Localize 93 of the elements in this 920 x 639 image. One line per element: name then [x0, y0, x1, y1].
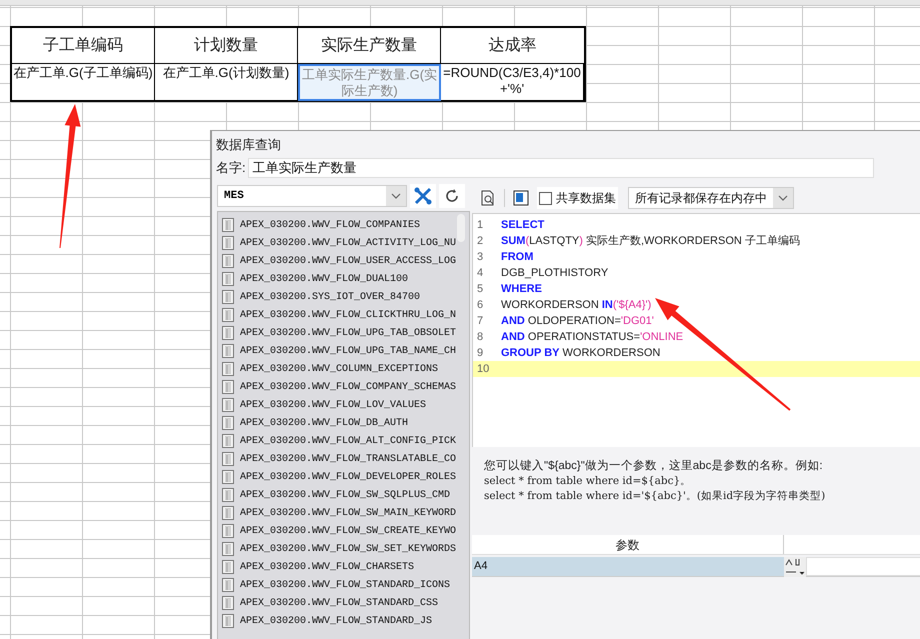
table-icon [222, 506, 234, 520]
table-icon [222, 542, 234, 556]
line-number: 8 [476, 330, 484, 345]
line-number: 6 [476, 298, 484, 313]
code-line: GROUP BY WORKORDERSON [501, 346, 660, 361]
table-icon [222, 254, 234, 268]
table-icon [222, 596, 234, 610]
line-number: 3 [476, 250, 484, 265]
table-list-item[interactable]: APEX_030200.WWV_FLOW_COMPANIES [218, 216, 420, 234]
table-list-item[interactable]: APEX_030200.WWV_FLOW_STANDARD_ICONS [218, 576, 450, 594]
table-cell[interactable]: 在产工单.G(子工单编码) [12, 64, 155, 101]
line-number: 5 [476, 282, 484, 297]
table-list-item[interactable]: APEX_030200.WWV_FLOW_SW_SQLPLUS_CMD [218, 486, 450, 504]
name-input[interactable]: 工单实际生产数量 [248, 158, 874, 178]
share-checkbox[interactable]: 共享数据集 [537, 187, 618, 209]
code-line: SUM(LASTQTY) 实际生产数,WORKORDERSON 子工单编码 [501, 234, 800, 249]
table-header-cell: 子工单编码 [12, 28, 155, 63]
line-number: 2 [476, 234, 484, 249]
name-label: 名字: [216, 159, 246, 178]
dialog-title: 数据库查询 [215, 136, 282, 154]
type-icon[interactable] [784, 557, 806, 577]
code-line: WORKORDERSON IN('${A4}') [501, 298, 652, 313]
table-icon [222, 488, 234, 502]
table-header-cell: 实际生产数量 [298, 28, 441, 63]
parameter-name-cell[interactable]: A4 [472, 557, 784, 576]
table-icon [222, 344, 234, 358]
table-list-item[interactable]: APEX_030200.WWV_FLOW_LOV_VALUES [218, 396, 426, 414]
save-icon[interactable] [513, 190, 529, 206]
table-icon [222, 290, 234, 304]
table-icon [222, 578, 234, 592]
table-icon [222, 236, 234, 250]
table-icon [222, 560, 234, 574]
table-list-item[interactable]: APEX_030200.WWV_FLOW_STANDARD_JS [218, 612, 432, 630]
refresh-button[interactable] [439, 184, 465, 208]
code-line: DGB_PLOTHISTORY [501, 266, 608, 281]
table-icon [222, 524, 234, 538]
column-header: 参数 [472, 535, 784, 554]
line-number: 1 [476, 218, 484, 233]
table-icon [222, 614, 234, 628]
caret-icon [386, 186, 406, 206]
code-line: AND OLDOPERATION='DG01' [501, 314, 654, 329]
line-number: 7 [476, 314, 484, 329]
table-list-item[interactable]: APEX_030200.WWV_FLOW_DB_AUTH [218, 414, 408, 432]
table-list-item[interactable]: APEX_030200.WWV_FLOW_DEVELOPER_ROLES [218, 468, 456, 486]
table-list-item[interactable]: APEX_030200.WWV_FLOW_STANDARD_CSS [218, 594, 438, 612]
hint-text: 您可以键入"${abc}"做为一个参数，这里abc是参数的名称。例如: [484, 459, 824, 474]
table-icon [222, 326, 234, 340]
table-icon [222, 452, 234, 466]
table-list-item[interactable]: APEX_030200.WWV_FLOW_TRANSLATABLE_CO [218, 450, 456, 468]
table-list-item[interactable]: APEX_030200.WWV_FLOW_SW_SET_KEYWORDS [218, 540, 456, 558]
table-list-item[interactable]: APEX_030200.WWV_COLUMN_EXCEPTIONS [218, 360, 438, 378]
table-icon [222, 398, 234, 412]
table-list-item[interactable]: APEX_030200.WWV_FLOW_DUAL100 [218, 270, 408, 288]
table-icon [222, 362, 234, 376]
code-line: SELECT [501, 218, 544, 233]
table-icon [222, 416, 234, 430]
cache-mode-select[interactable]: 所有记录都保存在内存中 [628, 187, 794, 209]
table-icon [222, 434, 234, 448]
table-icon [222, 218, 234, 232]
table-list-item[interactable]: APEX_030200.WWV_FLOW_ALT_CONFIG_PICK [218, 432, 456, 450]
caret-icon [773, 188, 793, 208]
table-list-item[interactable]: APEX_030200.WWV_FLOW_UPG_TAB_OBSOLET [218, 324, 456, 342]
table-list-item[interactable]: APEX_030200.WWV_FLOW_SW_MAIN_KEYWORD [218, 504, 456, 522]
table-list-item[interactable]: APEX_030200.SYS_IOT_OVER_84700 [218, 288, 420, 306]
table-icon [222, 272, 234, 286]
table-list-item[interactable]: APEX_030200.WWV_FLOW_USER_ACCESS_LOG [218, 252, 456, 270]
refresh-icon [444, 188, 460, 204]
table-header-cell: 计划数量 [155, 28, 298, 63]
connection-select[interactable]: MES [217, 185, 407, 207]
parameter-value-input[interactable] [806, 557, 920, 576]
table-header-cell-text: 达成率 [488, 36, 538, 56]
line-number: 4 [476, 266, 484, 281]
preview-icon[interactable] [480, 190, 496, 206]
hint-text: select * from table where id='${abc}'。(如果id字段为字符串类型) [484, 489, 826, 504]
code-line: FROM [501, 250, 534, 265]
table-cell[interactable]: =ROUND(C3/E3,4)*100+'%' [441, 64, 584, 101]
table-list-item[interactable]: APEX_030200.WWV_FLOW_SW_CREATE_KEYWO [218, 522, 456, 540]
table-list-item[interactable]: APEX_030200.WWV_FLOW_CHARSETS [218, 558, 414, 576]
tool-button[interactable] [410, 184, 436, 208]
table-list-item[interactable]: APEX_030200.WWV_FLOW_UPG_TAB_NAME_CH [218, 342, 456, 360]
code-line: AND OPERATIONSTATUS='ONLINE [501, 330, 684, 345]
table-icon [222, 470, 234, 484]
line-number: 9 [476, 346, 484, 361]
table-list-item[interactable]: APEX_030200.WWV_FLOW_ACTIVITY_LOG_NU [218, 234, 456, 252]
wrench-icon [414, 187, 432, 205]
sql-editor[interactable]: 1 SELECT 2 SUM(LASTQTY) 实际生产数,WORKORDERSON 子工单编码 3 FROM 4 DGB_PLOTHISTORY 5 WHERE 6 WORKORDERSON IN('${A4}') 7 AND OLDOPERATION='DG01' 8 AND OPERATIONSTATUS='ONLINE 9 GROUP BY WORKORDERSON 10 [472, 213, 920, 447]
table-icon [222, 380, 234, 394]
code-line: WHERE [501, 282, 542, 297]
table-icon [222, 308, 234, 322]
hint-text: select * from table where id=${abc}。 [484, 474, 692, 489]
table-list-item[interactable]: APEX_030200.WWV_FLOW_CLICKTHRU_LOG_N [218, 306, 456, 324]
line-number: 10 [476, 362, 490, 377]
table-list-item[interactable]: APEX_030200.WWV_FLOW_COMPANY_SCHEMAS [218, 378, 456, 396]
